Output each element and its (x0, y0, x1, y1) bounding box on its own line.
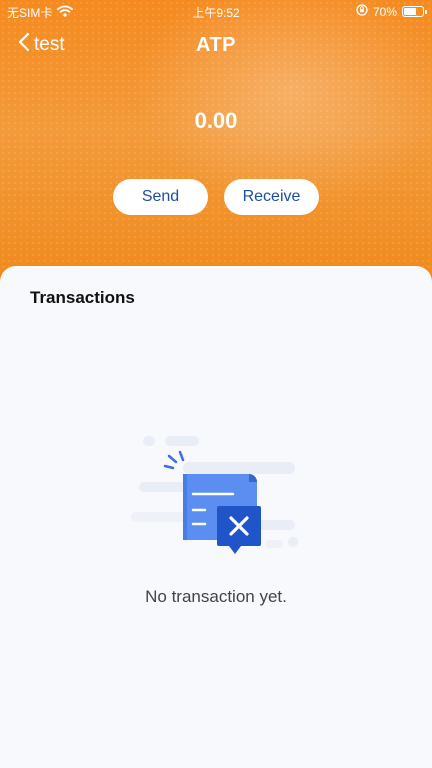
empty-state-text: No transaction yet. (145, 587, 287, 606)
send-button[interactable]: Send (113, 179, 208, 215)
balance-amount: 0.00 (194, 108, 238, 133)
page-title: ATP (195, 34, 236, 56)
battery-icon (402, 6, 427, 17)
header: 无SIM卡 上午9:52 70% test ATP 0.00 Send Rece… (0, 0, 432, 290)
transactions-card: Transactions No transaction yet. (0, 266, 432, 768)
empty-receipt-icon (125, 432, 305, 562)
wallet-screen: 无SIM卡 上午9:52 70% test ATP 0.00 Send Rece… (0, 0, 432, 768)
battery-percent: 70% (372, 4, 397, 19)
status-bar: 无SIM卡 上午9:52 70% (0, 0, 432, 22)
status-right: 70% (356, 4, 427, 19)
receive-button[interactable]: Receive (224, 179, 319, 215)
lock-rotation-icon (356, 4, 368, 19)
battery-fill (404, 8, 416, 15)
transactions-heading: Transactions (30, 288, 135, 307)
